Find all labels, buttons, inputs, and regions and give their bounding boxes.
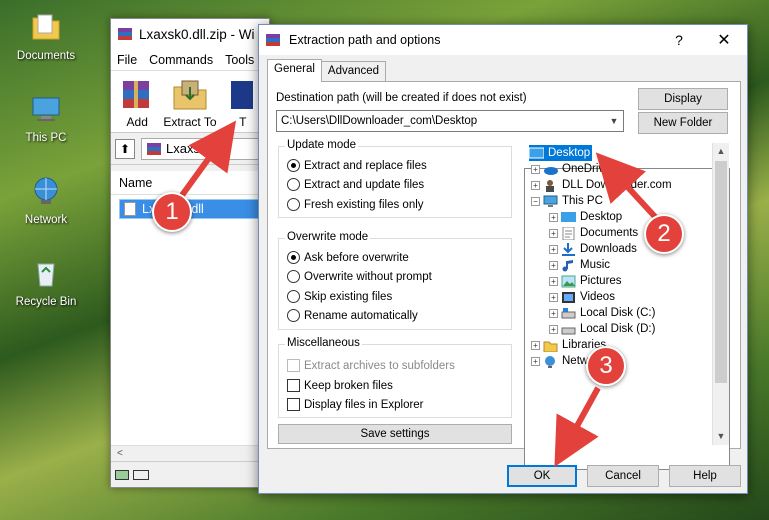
- step-marker-3: 3: [586, 346, 626, 386]
- arrow-2: [595, 152, 661, 223]
- step-marker-2: 2: [644, 214, 684, 254]
- annotation-arrows: [177, 120, 661, 468]
- step-marker-1: 1: [152, 192, 192, 232]
- arrow-3: [554, 386, 601, 468]
- arrow-1: [177, 120, 237, 200]
